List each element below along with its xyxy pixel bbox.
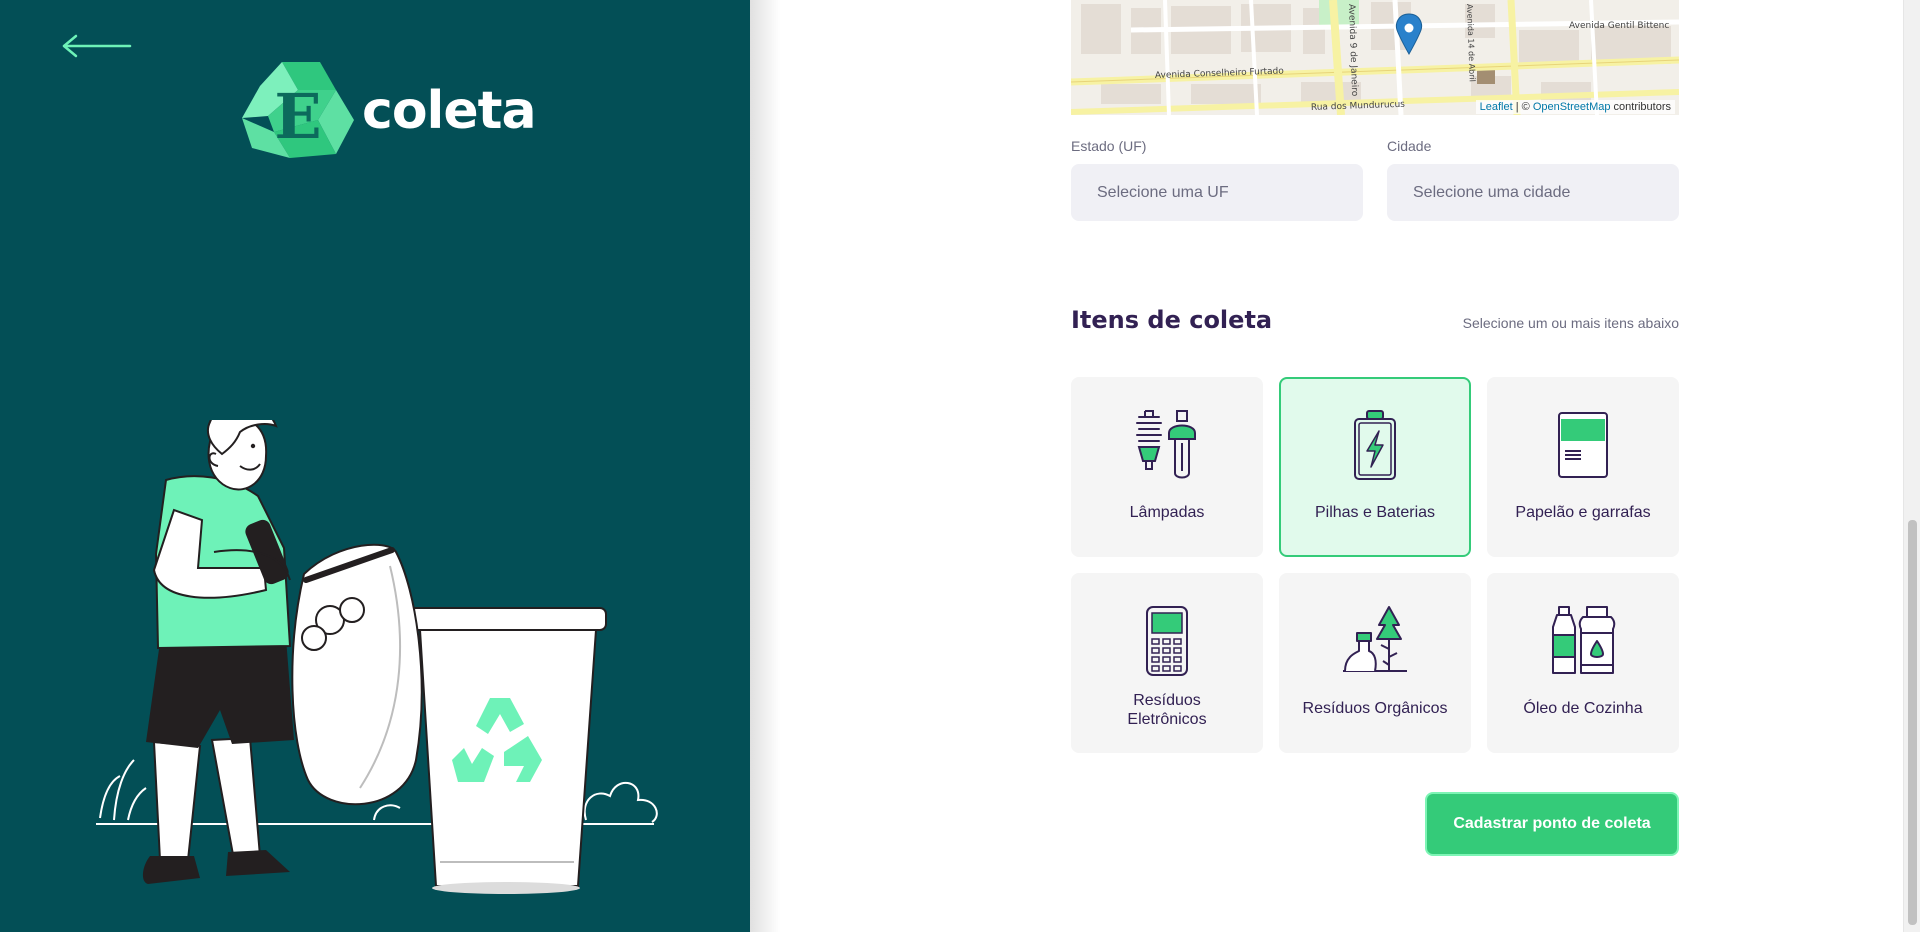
item-label: Resíduos Orgânicos	[1302, 700, 1448, 717]
item-card-residuos-eletronicos[interactable]: Resíduos Eletrônicos	[1071, 573, 1263, 753]
battery-icon	[1354, 410, 1396, 480]
items-section-title: Itens de coleta	[1071, 306, 1273, 334]
attribution-separator: | ©	[1512, 101, 1533, 113]
oil-icon	[1552, 606, 1616, 674]
page-scrollbar[interactable]	[1903, 0, 1920, 932]
openstreetmap-link[interactable]: OpenStreetMap	[1533, 101, 1611, 113]
leaflet-link[interactable]: Leaflet	[1480, 101, 1513, 113]
items-section-hint: Selecione um ou mais itens abaixo	[1462, 315, 1679, 331]
lamp-icon	[1136, 410, 1196, 479]
uf-label: Estado (UF)	[1071, 138, 1147, 154]
recycling-person-illustration	[96, 420, 658, 894]
item-label: Lâmpadas	[1129, 504, 1205, 521]
map-attribution: Leaflet | © OpenStreetMap contributors	[1475, 100, 1675, 114]
map-street-label: Avenida Gentil Bittenc	[1569, 21, 1669, 31]
item-label: Óleo de Cozinha	[1523, 700, 1643, 717]
uf-select[interactable]: Selecione uma UF	[1071, 164, 1363, 221]
city-label: Cidade	[1387, 138, 1432, 154]
attribution-suffix: contributors	[1610, 101, 1671, 113]
location-map[interactable]: Avenida Conselheiro Furtado Rua dos Mund…	[1071, 0, 1679, 115]
item-card-pilhas-baterias[interactable]: Pilhas e Baterias	[1279, 377, 1471, 557]
item-card-papelao-garrafas[interactable]: Papelão e garrafas	[1487, 377, 1679, 557]
item-label: Papelão e garrafas	[1515, 504, 1651, 521]
electronics-icon	[1146, 606, 1188, 676]
items-grid: Lâmpadas Pilhas e Baterias Papelão e gar…	[1071, 377, 1679, 753]
organic-icon	[1343, 606, 1407, 672]
city-select[interactable]: Selecione uma cidade	[1387, 164, 1679, 221]
logo-letter: E	[274, 80, 321, 153]
back-arrow-icon[interactable]	[60, 30, 134, 62]
item-card-residuos-organicos[interactable]: Resíduos Orgânicos	[1279, 573, 1471, 753]
brand-logo: E coleta	[240, 58, 537, 164]
brand-name: coleta	[362, 81, 537, 141]
item-label: Pilhas e Baterias	[1314, 504, 1436, 521]
map-tiles: Avenida Conselheiro Furtado Rua dos Mund…	[1071, 0, 1679, 115]
hero-panel: E coleta	[0, 0, 750, 932]
recycle-logo-icon: E	[242, 62, 354, 158]
scrollbar-thumb[interactable]	[1908, 520, 1917, 925]
register-point-button[interactable]: Cadastrar ponto de coleta	[1425, 792, 1679, 856]
paper-icon	[1558, 412, 1608, 478]
panel-shadow	[750, 0, 780, 932]
item-label: Resíduos Eletrônicos	[1127, 692, 1207, 728]
item-card-lampadas[interactable]: Lâmpadas	[1071, 377, 1263, 557]
item-card-oleo-cozinha[interactable]: Óleo de Cozinha	[1487, 573, 1679, 753]
